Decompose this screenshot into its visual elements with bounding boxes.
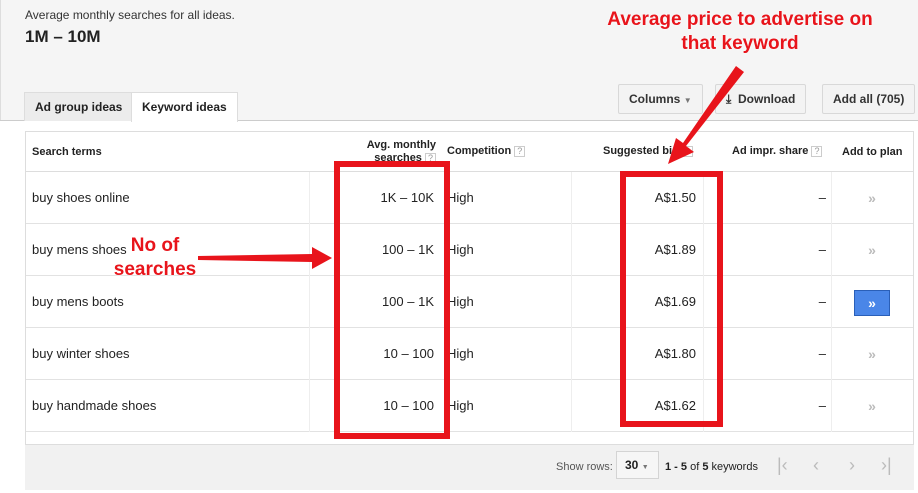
header-bid-label: Suggested bid: [603, 145, 679, 157]
double-chevron-icon: »: [868, 398, 876, 414]
page-range: 1 - 5 of 5 keywords: [665, 461, 758, 473]
tab-ad-group-ideas[interactable]: Ad group ideas: [24, 92, 134, 121]
suggested-bid: A$1.62: [654, 398, 696, 413]
divider: [831, 328, 832, 380]
divider: [831, 380, 832, 432]
rows-per-page-select[interactable]: 30 ▼: [616, 451, 659, 479]
table-row: buy shoes online 1K – 10K High A$1.50 – …: [26, 172, 913, 224]
range-of: of: [687, 461, 703, 473]
annotation-searches: No of searches: [113, 235, 197, 280]
divider: [831, 224, 832, 276]
table-row: buy winter shoes 10 – 100 High A$1.80 – …: [26, 328, 913, 380]
ad-impr-share: –: [818, 398, 826, 413]
divider: [309, 328, 310, 380]
avg-searches: 1K – 10K: [380, 190, 435, 205]
last-page-icon[interactable]: ›|: [881, 455, 892, 476]
ad-impr-share: –: [818, 190, 826, 205]
header-search-terms[interactable]: Search terms: [32, 146, 102, 159]
competition: High: [447, 398, 474, 413]
search-term: buy handmade shoes: [32, 398, 157, 413]
header-avg-searches[interactable]: Avg. monthly searches ?: [346, 139, 436, 165]
help-icon[interactable]: ?: [811, 146, 823, 157]
summary-range: 1M – 10M: [25, 27, 101, 46]
avg-searches: 10 – 100: [383, 398, 434, 413]
divider: [703, 380, 704, 432]
ad-impr-share: –: [818, 294, 826, 309]
competition: High: [447, 242, 474, 257]
search-term: buy winter shoes: [32, 346, 130, 361]
divider: [309, 224, 310, 276]
avg-searches: 10 – 100: [383, 346, 434, 361]
double-chevron-icon: »: [868, 190, 876, 206]
divider: [703, 172, 704, 224]
header-add-to-plan: Add to plan: [842, 146, 903, 158]
add-all-button[interactable]: Add all (705): [822, 84, 916, 114]
table-row: buy handmade shoes 10 – 100 High A$1.62 …: [26, 380, 913, 432]
divider: [831, 172, 832, 224]
table-header: Search terms Avg. monthly searches ? Com…: [26, 132, 913, 172]
avg-searches: 100 – 1K: [381, 294, 434, 309]
suggested-bid: A$1.89: [654, 242, 696, 257]
suggested-bid: A$1.80: [654, 346, 696, 361]
show-rows-label: Show rows:: [556, 461, 613, 473]
add-to-plan-button[interactable]: »: [854, 394, 890, 420]
add-to-plan-button[interactable]: »: [854, 238, 890, 264]
divider: [571, 380, 572, 432]
range-start: 1 - 5: [665, 461, 688, 473]
download-icon: ⤓: [726, 92, 732, 106]
divider: [703, 276, 704, 328]
header-ad-impr-share[interactable]: Ad impr. share ?: [732, 145, 823, 158]
divider: [309, 380, 310, 432]
competition: High: [447, 294, 474, 309]
divider: [831, 276, 832, 328]
rows-value: 30: [625, 458, 639, 472]
divider: [309, 276, 310, 328]
header-competition[interactable]: Competition ?: [447, 145, 526, 158]
suggested-bid: A$1.50: [654, 190, 696, 205]
ad-impr-share: –: [818, 242, 826, 257]
search-term: buy shoes online: [32, 190, 130, 205]
table-row: buy mens boots 100 – 1K High A$1.69 – »: [26, 276, 913, 328]
keyword-table: Search terms Avg. monthly searches ? Com…: [25, 131, 914, 445]
suggested-bid: A$1.69: [654, 294, 696, 309]
competition: High: [447, 190, 474, 205]
header-competition-label: Competition: [447, 145, 512, 157]
download-button[interactable]: ⤓ Download: [715, 84, 807, 114]
divider: [571, 172, 572, 224]
tab-keyword-ideas[interactable]: Keyword ideas: [131, 92, 238, 122]
add-to-plan-button[interactable]: »: [854, 342, 890, 368]
help-icon[interactable]: ?: [514, 146, 526, 157]
header-impr-label: Ad impr. share: [732, 145, 809, 157]
divider: [571, 224, 572, 276]
divider: [703, 328, 704, 380]
divider: [571, 328, 572, 380]
next-page-icon[interactable]: ›: [849, 455, 855, 476]
help-icon[interactable]: ?: [425, 153, 436, 164]
add-to-plan-button[interactable]: »: [854, 186, 890, 212]
help-icon[interactable]: ?: [681, 146, 693, 157]
search-term: buy mens boots: [32, 294, 124, 309]
caret-down-icon: ▼: [641, 464, 649, 471]
caret-down-icon: ▼: [683, 96, 692, 105]
first-page-icon[interactable]: |‹: [777, 455, 788, 476]
download-label: Download: [737, 92, 796, 106]
columns-label: Columns: [629, 92, 681, 106]
divider: [571, 276, 572, 328]
summary-subtitle: Average monthly searches for all ideas.: [25, 8, 235, 22]
divider: [703, 224, 704, 276]
avg-searches: 100 – 1K: [381, 242, 434, 257]
pagination-bar: Show rows: 30 ▼ 1 - 5 of 5 keywords |‹ ‹…: [25, 445, 914, 490]
divider: [309, 172, 310, 224]
ad-impr-share: –: [818, 346, 826, 361]
competition: High: [447, 346, 474, 361]
add-to-plan-button[interactable]: »: [854, 290, 890, 316]
header-suggested-bid[interactable]: Suggested bid ?: [603, 145, 693, 158]
double-chevron-icon: »: [868, 242, 876, 258]
range-unit: keywords: [708, 461, 758, 473]
double-chevron-icon: »: [868, 295, 876, 311]
prev-page-icon[interactable]: ‹: [813, 455, 819, 476]
double-chevron-icon: »: [868, 346, 876, 362]
columns-button[interactable]: Columns ▼: [618, 84, 703, 114]
annotation-price: Average price to advertise on that keywo…: [607, 9, 873, 54]
